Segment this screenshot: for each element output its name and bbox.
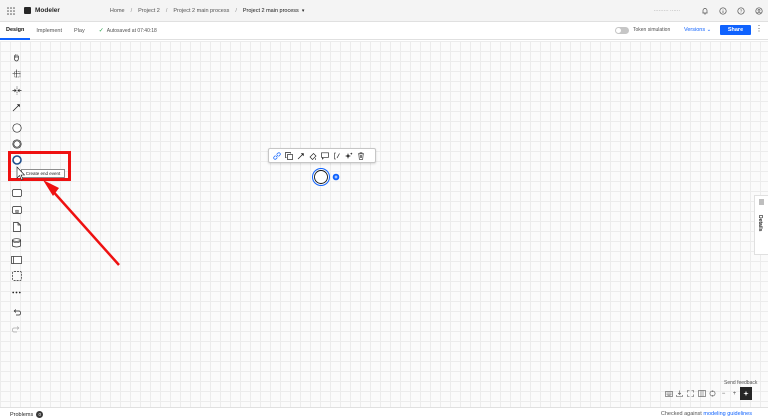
- app-logo: [24, 7, 31, 14]
- overflow-menu-icon[interactable]: ⋮: [755, 24, 763, 33]
- data-store-icon[interactable]: [8, 236, 25, 249]
- task-icon[interactable]: [8, 186, 25, 199]
- diagram-canvas[interactable]: [0, 41, 768, 407]
- sparkle-assistant-icon[interactable]: [740, 387, 752, 400]
- top-right-actions: ········· ······ ?: [654, 0, 768, 22]
- breadcrumb-separator: /: [235, 7, 237, 14]
- undo-icon[interactable]: [8, 305, 25, 318]
- svg-text:?: ?: [740, 9, 743, 14]
- copy-icon[interactable]: [283, 149, 295, 162]
- send-feedback-link[interactable]: Send feedback: [724, 380, 757, 386]
- breadcrumb-process[interactable]: Project 2 main process: [173, 8, 229, 14]
- guidelines-status: Checked against modeling guidelines: [661, 411, 752, 417]
- delete-icon[interactable]: [355, 149, 367, 162]
- connect-tool-icon[interactable]: [8, 101, 25, 114]
- keyboard-icon[interactable]: [663, 387, 674, 400]
- tab-play[interactable]: Play: [68, 22, 91, 40]
- append-sparkle-icon[interactable]: [343, 149, 355, 162]
- top-bar: Modeler Home / Project 2 / Project 2 mai…: [0, 0, 768, 22]
- context-pad: [268, 148, 376, 163]
- breadcrumb-project[interactable]: Project 2: [138, 8, 160, 14]
- reset-view-icon[interactable]: [707, 387, 718, 400]
- tooltip: Create end event: [21, 169, 65, 178]
- token-simulation-label: Token simulation: [633, 27, 671, 33]
- minimap-icon[interactable]: [696, 387, 707, 400]
- start-event-icon[interactable]: [8, 121, 25, 134]
- autosave-text: Autosaved at 07:40:18: [106, 27, 157, 34]
- zoom-in-icon[interactable]: +: [729, 387, 740, 400]
- breadcrumb-home[interactable]: Home: [110, 8, 125, 14]
- zoom-out-icon[interactable]: −: [718, 387, 729, 400]
- autosave-status: ✓ Autosaved at 07:40:18: [98, 27, 157, 35]
- canvas-controls: − +: [663, 387, 761, 400]
- checked-text: Checked against: [660, 411, 702, 417]
- lasso-tool-icon[interactable]: [8, 67, 25, 80]
- chevron-down-icon: ⌄: [706, 27, 712, 33]
- bell-icon[interactable]: [696, 0, 714, 22]
- app-name: Modeler: [35, 7, 60, 14]
- details-label: Details: [757, 215, 763, 232]
- color-picker-icon[interactable]: [307, 149, 319, 162]
- app-switcher-icon[interactable]: [0, 0, 22, 22]
- more-tools-icon[interactable]: [8, 286, 25, 299]
- download-icon[interactable]: [674, 387, 685, 400]
- token-simulation-toggle[interactable]: [615, 27, 629, 34]
- share-button[interactable]: Share: [720, 25, 751, 35]
- hand-tool-icon[interactable]: [8, 51, 25, 64]
- panel-icon: [759, 199, 764, 205]
- redo-icon[interactable]: [8, 322, 25, 335]
- problems-panel-toggle[interactable]: Problems 0: [10, 410, 44, 418]
- data-object-icon[interactable]: [8, 220, 25, 233]
- modeling-guidelines-link[interactable]: modeling guidelines: [703, 411, 752, 417]
- problems-count-badge: 0: [36, 410, 44, 418]
- breadcrumb-current[interactable]: Project 2 main process: [243, 8, 299, 14]
- fit-view-icon[interactable]: [685, 387, 696, 400]
- help-icon[interactable]: ?: [732, 0, 750, 22]
- checkmark-icon: ✓: [98, 28, 104, 34]
- tab-implement[interactable]: Implement: [30, 22, 68, 40]
- intermediate-event-icon[interactable]: [8, 137, 25, 150]
- breadcrumb-separator: /: [165, 7, 168, 14]
- status-footer: Problems 0 Checked against modeling guide…: [0, 407, 768, 420]
- problems-label: Problems: [10, 411, 34, 418]
- breadcrumb-separator: /: [130, 7, 133, 14]
- user-name: ········· ······: [653, 8, 680, 14]
- comment-icon[interactable]: [319, 149, 331, 162]
- space-tool-icon[interactable]: [8, 84, 25, 97]
- chevron-down-icon[interactable]: ▾: [302, 8, 305, 14]
- pool-icon[interactable]: [8, 253, 25, 266]
- user-icon[interactable]: [750, 0, 768, 22]
- start-event-shape[interactable]: [311, 167, 343, 187]
- subprocess-icon[interactable]: [8, 203, 25, 216]
- text-annotation-icon[interactable]: [331, 149, 343, 162]
- versions-dropdown[interactable]: Versions ⌄: [684, 27, 711, 33]
- tab-design[interactable]: Design: [0, 22, 31, 40]
- info-icon[interactable]: [714, 0, 732, 22]
- link-icon[interactable]: [271, 149, 283, 162]
- versions-label: Versions: [684, 27, 706, 33]
- connect-arrow-icon[interactable]: [295, 149, 307, 162]
- group-icon[interactable]: [8, 269, 25, 282]
